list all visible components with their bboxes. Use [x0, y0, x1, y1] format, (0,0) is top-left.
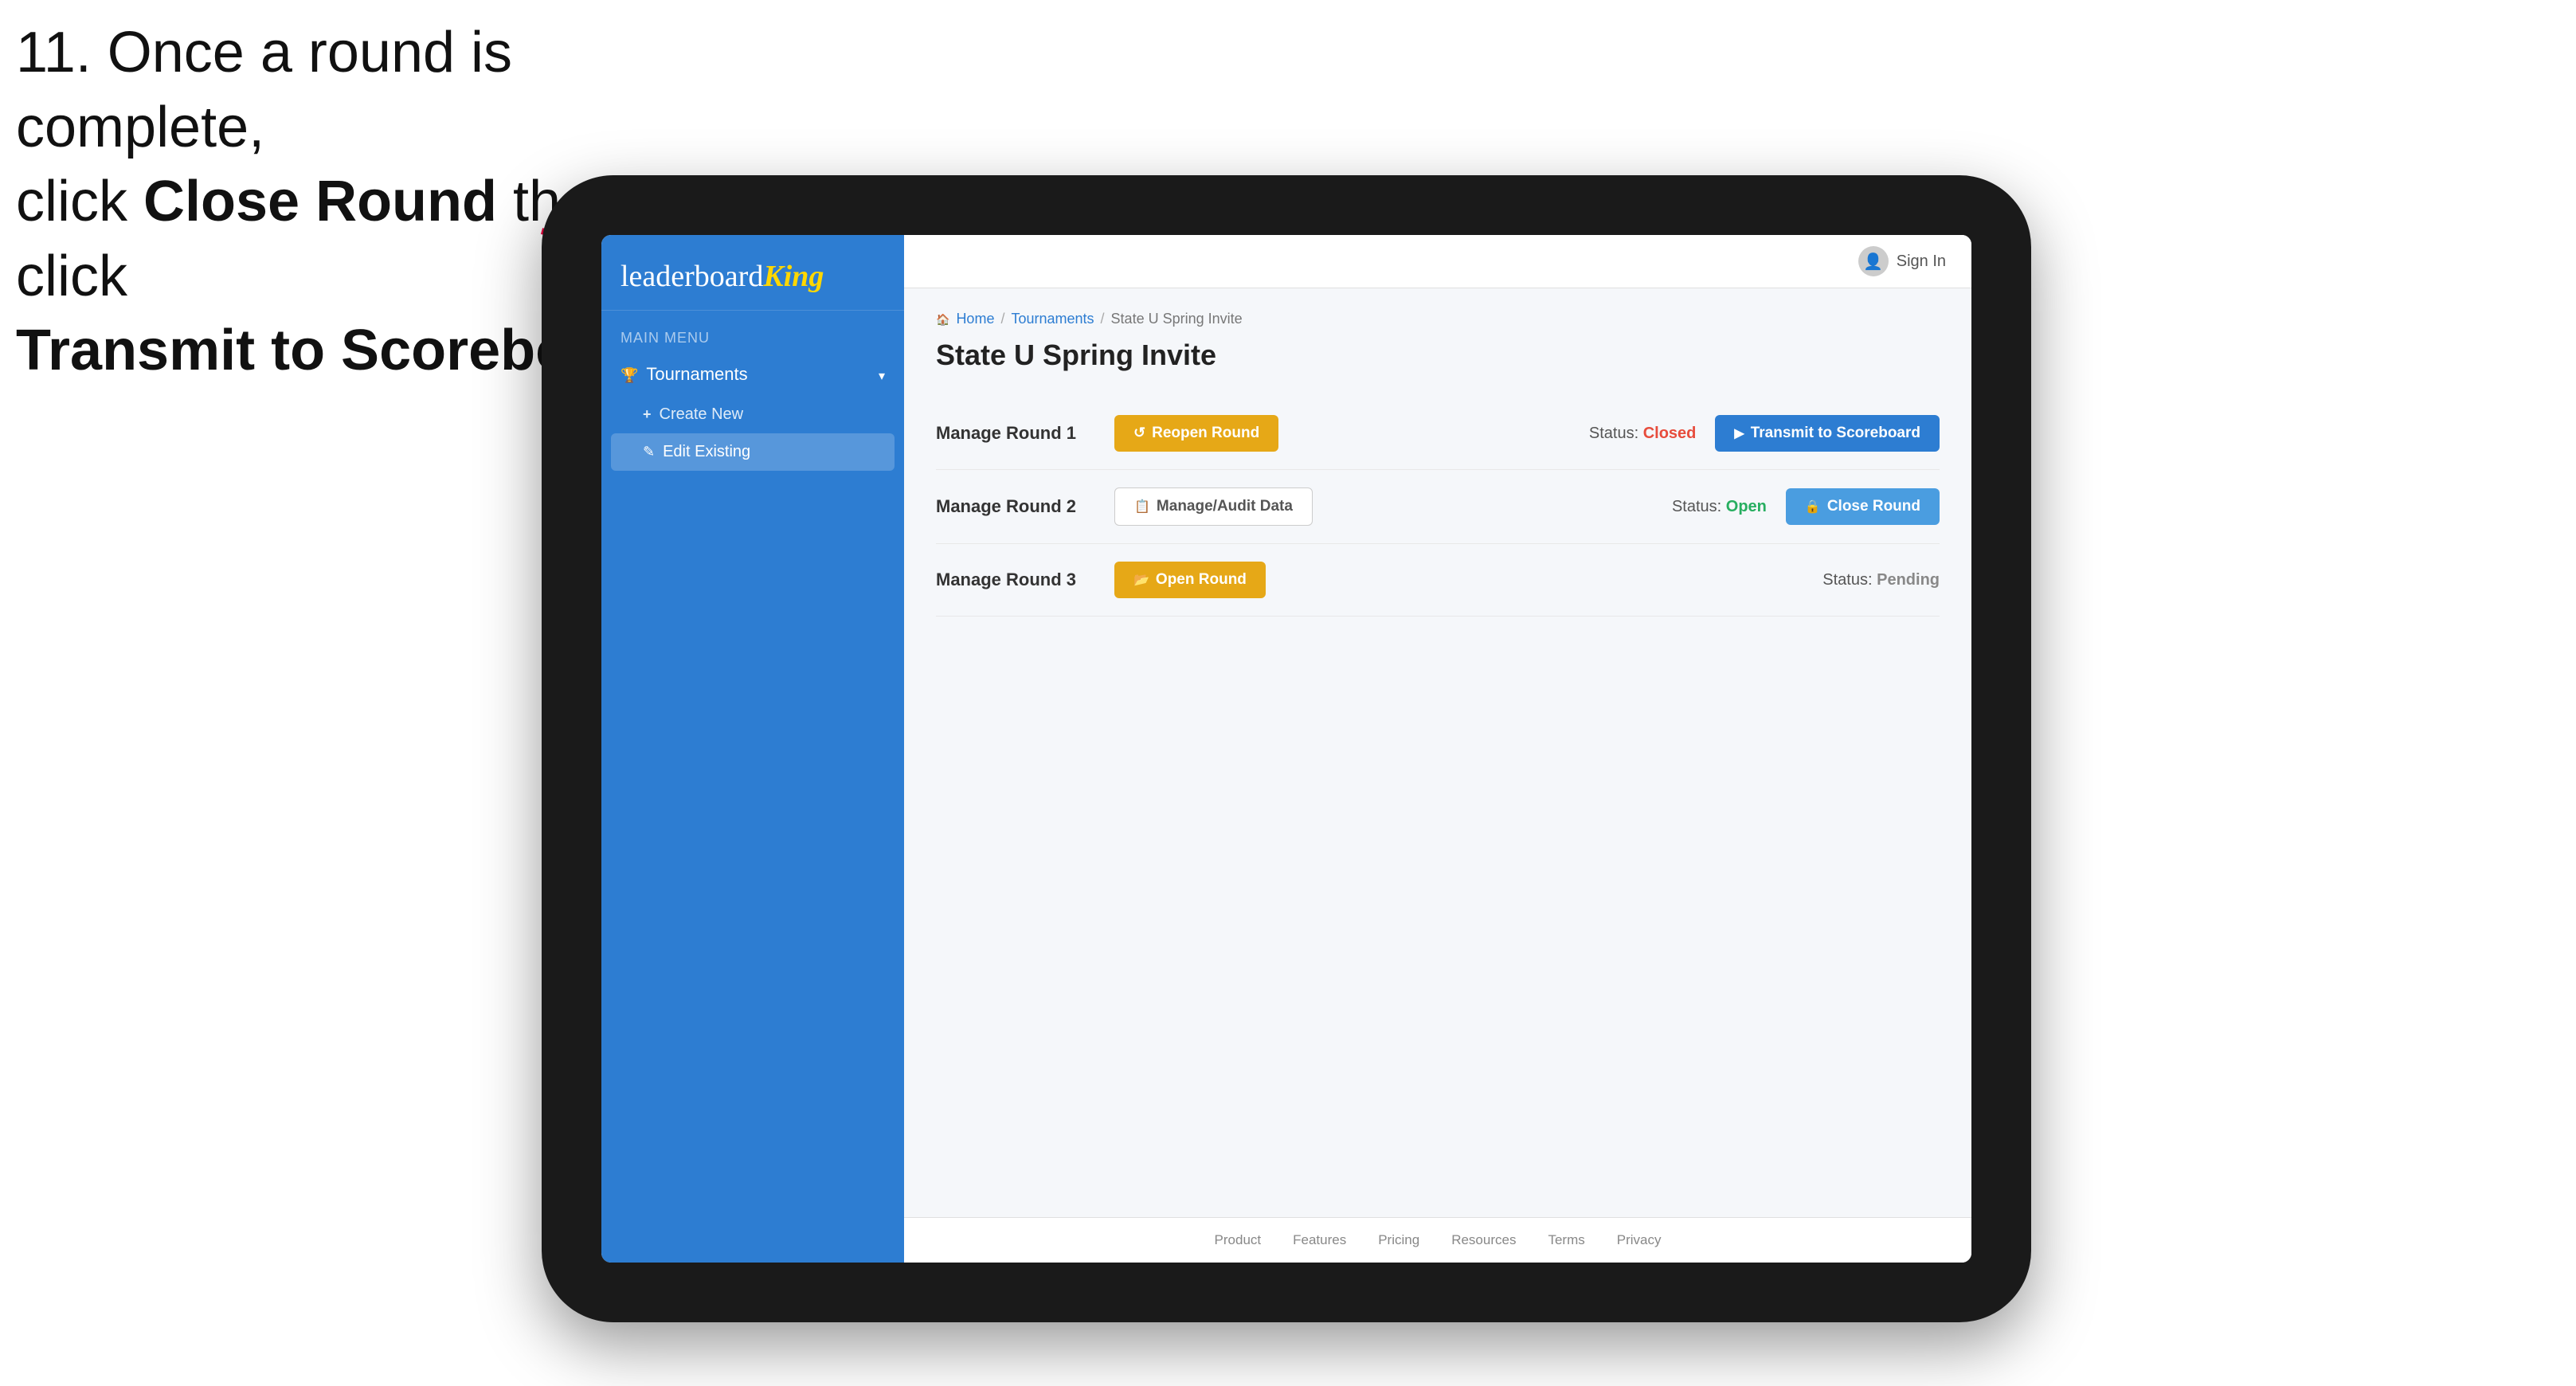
- breadcrumb-sep1: /: [1000, 311, 1004, 327]
- round-3-row: Manage Round 3 Open Round Status: Pendin…: [936, 544, 1940, 617]
- logo-leaderboard: leaderboard: [621, 260, 763, 293]
- logo-king: King: [763, 260, 824, 293]
- footer: Product Features Pricing Resources Terms…: [904, 1217, 1971, 1263]
- footer-privacy[interactable]: Privacy: [1617, 1232, 1662, 1248]
- close-round-button[interactable]: Close Round: [1786, 488, 1940, 525]
- menu-label: MAIN MENU: [601, 323, 904, 353]
- footer-pricing[interactable]: Pricing: [1378, 1232, 1419, 1248]
- sign-in-label: Sign In: [1897, 253, 1946, 271]
- round-1-status-value: Closed: [1643, 425, 1697, 442]
- top-bar: 👤 Sign In: [904, 235, 1971, 288]
- round-2-status-value: Open: [1726, 498, 1767, 515]
- reopen-round-button[interactable]: Reopen Round: [1114, 415, 1278, 452]
- footer-features[interactable]: Features: [1293, 1232, 1346, 1248]
- edit-icon: [643, 443, 655, 461]
- sidebar: leaderboardKing MAIN MENU Tournaments: [601, 235, 904, 1263]
- sidebar-item-tournaments[interactable]: Tournaments: [601, 353, 904, 396]
- round-1-row: Manage Round 1 Reopen Round Status: Clos…: [936, 397, 1940, 470]
- close-icon: [1805, 498, 1821, 515]
- home-icon: [936, 311, 949, 327]
- round-3-title: Manage Round 3: [936, 570, 1095, 590]
- footer-product[interactable]: Product: [1215, 1232, 1262, 1248]
- app-layout: leaderboardKing MAIN MENU Tournaments: [601, 235, 1971, 1263]
- page-title: State U Spring Invite: [936, 339, 1940, 372]
- main-content: 👤 Sign In Home / Tournaments / State U S…: [904, 235, 1971, 1263]
- tournaments-label: Tournaments: [646, 364, 747, 385]
- create-new-label: Create New: [660, 405, 744, 424]
- breadcrumb-tournaments[interactable]: Tournaments: [1011, 311, 1094, 327]
- content-area: Home / Tournaments / State U Spring Invi…: [904, 288, 1971, 1217]
- reopen-icon: [1133, 425, 1145, 442]
- round-2-row: Manage Round 2 Manage/Audit Data Status:…: [936, 470, 1940, 544]
- trophy-icon: [621, 364, 638, 385]
- sidebar-logo: leaderboardKing: [601, 235, 904, 311]
- instruction-line2: click Close Round then click: [16, 170, 624, 308]
- plus-icon: [643, 405, 652, 424]
- tablet-device: leaderboardKing MAIN MENU Tournaments: [542, 175, 2031, 1322]
- round-1-title: Manage Round 1: [936, 423, 1095, 444]
- sign-in-button[interactable]: 👤 Sign In: [1858, 246, 1946, 276]
- round-3-status: Status: Pending: [1822, 571, 1940, 589]
- open-round-button[interactable]: Open Round: [1114, 562, 1266, 598]
- manage-audit-button[interactable]: Manage/Audit Data: [1114, 487, 1313, 526]
- chevron-down-icon: [879, 364, 885, 385]
- round-2-status: Status: Open: [1672, 498, 1767, 516]
- audit-icon: [1134, 498, 1150, 515]
- round-1-status: Status: Closed: [1589, 425, 1697, 443]
- transmit-scoreboard-button[interactable]: Transmit to Scoreboard: [1715, 415, 1940, 452]
- open-round-icon: [1133, 571, 1149, 589]
- instruction-line1: 11. Once a round is complete,: [16, 21, 512, 159]
- footer-resources[interactable]: Resources: [1451, 1232, 1516, 1248]
- sidebar-item-edit-existing[interactable]: Edit Existing: [611, 433, 895, 471]
- round-3-status-value: Pending: [1877, 571, 1940, 589]
- transmit-icon: [1734, 425, 1744, 442]
- footer-terms[interactable]: Terms: [1548, 1232, 1584, 1248]
- logo: leaderboardKing: [621, 259, 885, 294]
- breadcrumb-sep2: /: [1101, 311, 1105, 327]
- breadcrumb-home[interactable]: Home: [956, 311, 994, 327]
- round-2-title: Manage Round 2: [936, 496, 1095, 517]
- user-avatar: 👤: [1858, 246, 1889, 276]
- breadcrumb-current: State U Spring Invite: [1111, 311, 1243, 327]
- sidebar-item-create-new[interactable]: Create New: [601, 396, 904, 433]
- sidebar-menu: MAIN MENU Tournaments Create New: [601, 311, 904, 484]
- breadcrumb: Home / Tournaments / State U Spring Invi…: [936, 311, 1940, 327]
- edit-existing-label: Edit Existing: [663, 443, 750, 461]
- tablet-screen: leaderboardKing MAIN MENU Tournaments: [601, 235, 1971, 1263]
